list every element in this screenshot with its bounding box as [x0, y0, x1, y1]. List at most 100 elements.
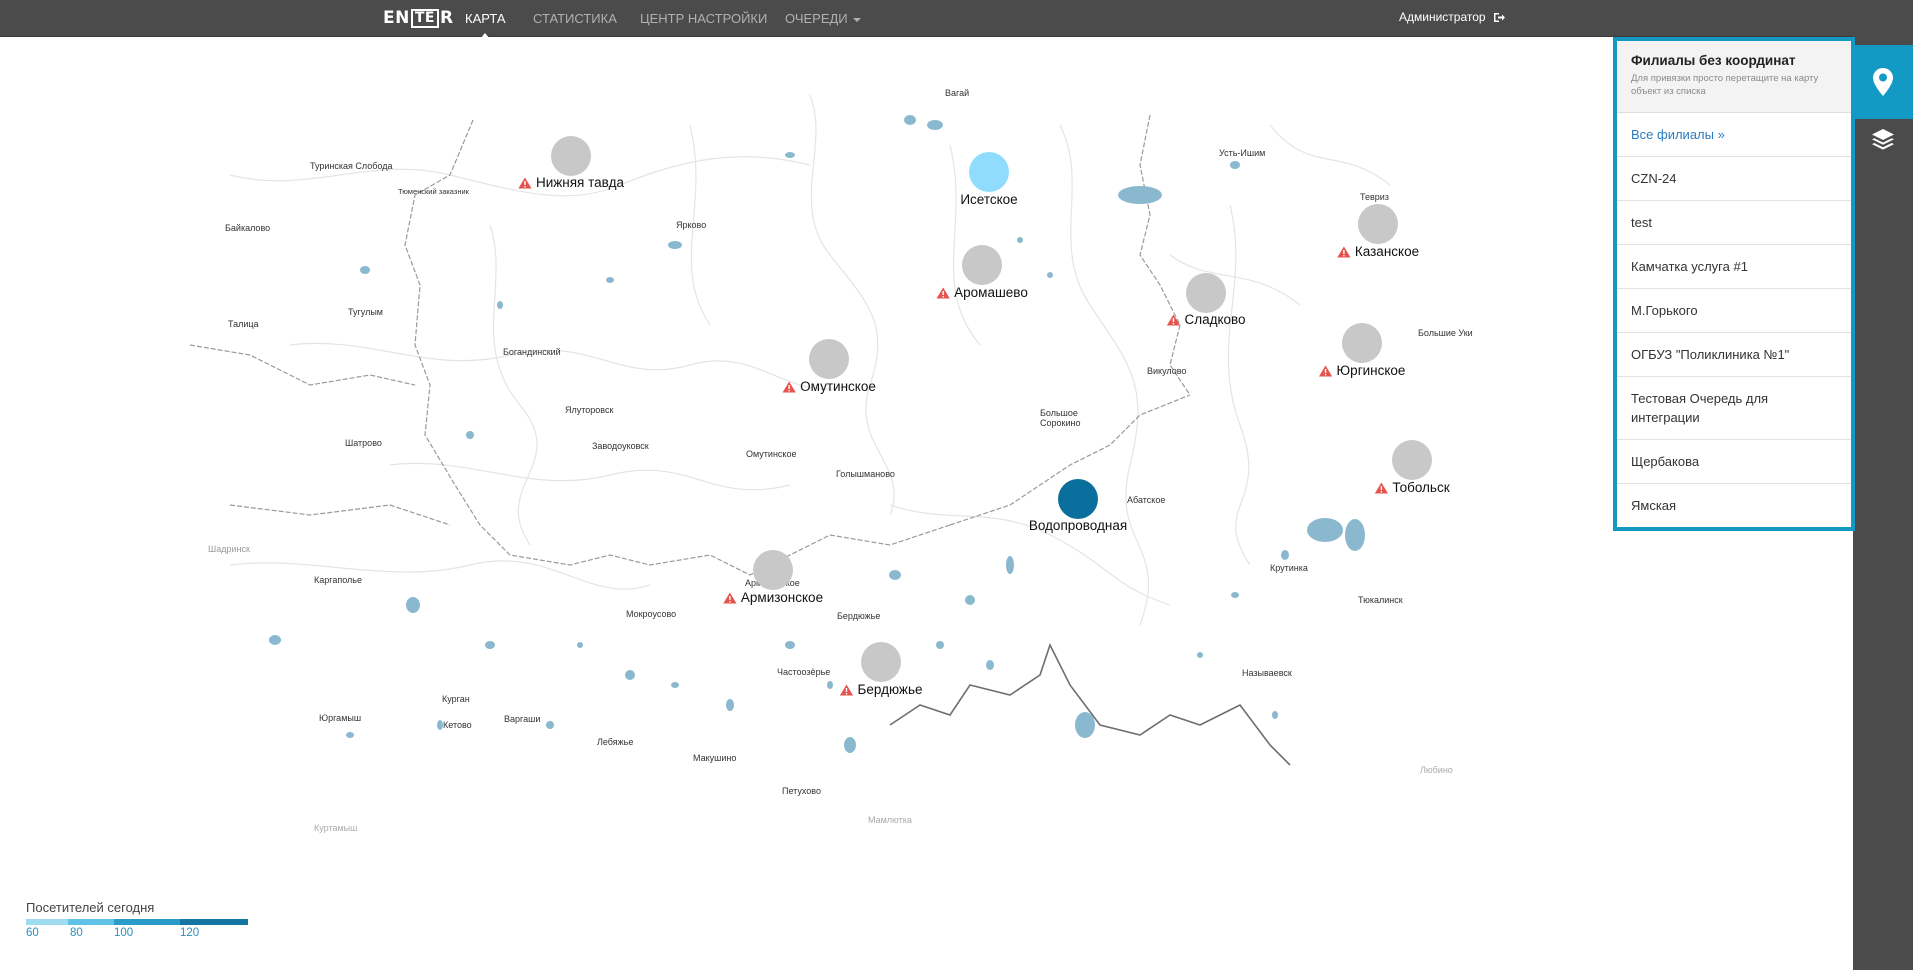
branch-list-item[interactable]: test — [1617, 201, 1851, 245]
enter-logo[interactable]: EN TE R — [383, 8, 454, 28]
place-label: Викулово — [1147, 366, 1187, 376]
place-label: Мамлютка — [868, 815, 912, 825]
place-label: Тюменский заказник — [398, 187, 469, 196]
warning-icon — [518, 177, 532, 188]
branch-label[interactable]: Водопроводная — [1029, 518, 1127, 533]
nav-tab-statistics[interactable]: СТАТИСТИКА — [533, 11, 617, 26]
branch-name: Сладково — [1184, 312, 1246, 327]
legend-tick: 120 — [180, 927, 200, 939]
place-label: Куртамыш — [314, 823, 358, 833]
warning-icon — [839, 684, 854, 695]
warning-icon — [1166, 314, 1181, 325]
panel-title: Филиалы без координат — [1631, 53, 1796, 68]
chevron-down-icon — [852, 17, 861, 22]
panel-subtitle: Для привязки просто перетащите на карту … — [1631, 73, 1819, 97]
logout-icon[interactable] — [1493, 12, 1505, 23]
nav-tab-settings-center[interactable]: ЦЕНТР НАСТРОЙКИ — [640, 11, 767, 26]
branch-label[interactable]: Сладково — [1166, 312, 1246, 327]
warning-icon — [1374, 482, 1388, 493]
branch-label[interactable]: Нижняя тавда — [518, 175, 624, 190]
place-label: Ярково — [676, 220, 707, 230]
warning-icon — [723, 592, 737, 603]
branch-name: Омутинское — [800, 379, 876, 394]
branches-without-coords-panel: Филиалы без координат Для привязки прост… — [1613, 37, 1855, 531]
logo-text-right: R — [439, 8, 454, 28]
nav-tab-map[interactable]: КАРТА — [465, 11, 506, 39]
branch-label[interactable]: Армизонское — [723, 590, 823, 605]
legend-ticks: 60 80 100 120 — [26, 925, 248, 941]
place-label: Любино — [1420, 765, 1453, 775]
logo-text-box: TE — [410, 8, 439, 28]
place-label: Тевриз — [1360, 192, 1389, 202]
branch-marker[interactable] — [1342, 323, 1382, 363]
top-navigation-bar: EN TE R КАРТА СТАТИСТИКА ЦЕНТР НАСТРОЙКИ… — [0, 0, 1853, 39]
branch-list-item[interactable]: Тестовая Очередь для интеграции — [1617, 377, 1851, 440]
branch-label[interactable]: Тобольск — [1374, 480, 1450, 495]
all-branches-link[interactable]: Все филиалы » — [1617, 113, 1851, 157]
branch-label[interactable]: Бердюжье — [839, 682, 923, 697]
visitors-legend: Посетителей сегодня 60 80 100 120 — [26, 900, 248, 941]
branch-marker[interactable] — [1186, 273, 1226, 313]
branch-name: Армизонское — [740, 590, 824, 605]
place-label: Мокроусово — [626, 609, 677, 619]
logo-text-left: EN — [383, 8, 410, 28]
branch-label[interactable]: Аромашево — [936, 285, 1028, 300]
branch-marker[interactable] — [861, 642, 901, 682]
place-label: Тюкалинск — [1358, 595, 1403, 605]
branch-list-item[interactable]: М.Горького — [1617, 289, 1851, 333]
branch-name: Исетское — [960, 192, 1018, 207]
warning-icon — [1318, 365, 1333, 376]
branch-list-item[interactable]: CZN-24 — [1617, 157, 1851, 201]
user-name: Администратор — [1399, 10, 1486, 24]
branch-marker[interactable] — [1058, 479, 1098, 519]
branch-label[interactable]: Исетское — [960, 192, 1017, 207]
place-label: Называевск — [1242, 668, 1292, 678]
place-label: Ялуторовск — [565, 405, 614, 415]
layers-button[interactable] — [1853, 102, 1913, 176]
branch-marker[interactable] — [1392, 440, 1432, 480]
place-label: Шатрово — [345, 438, 382, 448]
place-label: Абатское — [1127, 495, 1166, 505]
place-label: Варгаши — [504, 714, 541, 724]
user-menu[interactable]: Администратор — [1399, 10, 1505, 24]
branch-name: Аромашево — [954, 285, 1028, 300]
place-label: Омутинское — [746, 449, 797, 459]
warning-icon — [782, 381, 796, 392]
branch-list-item[interactable]: Камчатка услуга #1 — [1617, 245, 1851, 289]
panel-header: Филиалы без координат Для привязки прост… — [1617, 41, 1851, 113]
branch-list-item[interactable]: Ямская — [1617, 484, 1851, 527]
place-label: Большие Уки — [1418, 328, 1473, 338]
place-label: Бердюжье — [837, 611, 881, 621]
map-canvas[interactable]: Вагай Туринская Слобода Тюменский заказн… — [190, 85, 1473, 833]
legend-title: Посетителей сегодня — [26, 900, 155, 915]
place-label: Курган — [442, 694, 470, 704]
branch-marker[interactable] — [551, 136, 591, 176]
warning-icon — [1337, 246, 1351, 257]
branch-marker[interactable] — [809, 339, 849, 379]
place-label: Талица — [228, 319, 259, 329]
branch-marker[interactable] — [753, 550, 793, 590]
place-label: Частоозёрье — [777, 667, 831, 677]
nav-tab-queues[interactable]: ОЧЕРЕДИ — [785, 11, 861, 26]
warning-icon — [936, 287, 950, 298]
place-label: Крутинка — [1270, 563, 1308, 573]
branch-label[interactable]: Юргинское — [1318, 363, 1405, 378]
legend-tick: 100 — [114, 927, 134, 939]
branch-label[interactable]: Казанское — [1337, 244, 1419, 259]
right-toolbar — [1853, 0, 1913, 970]
map-pin-icon — [1873, 68, 1893, 96]
branch-label[interactable]: Омутинское — [782, 379, 876, 394]
place-label: Туринская Слобода — [310, 161, 393, 171]
place-label: Юргамыш — [319, 713, 362, 723]
place-label: Большое Сорокино — [1040, 408, 1081, 428]
place-label: Заводоуковск — [592, 441, 649, 451]
branch-name: Водопроводная — [1028, 518, 1128, 533]
branch-list-item[interactable]: ОГБУЗ "Поликлиника №1" — [1617, 333, 1851, 377]
branch-marker[interactable] — [969, 152, 1009, 192]
legend-tick: 80 — [70, 927, 83, 939]
branch-marker[interactable] — [962, 245, 1002, 285]
place-label: Богандинский — [503, 347, 561, 357]
branch-list-item[interactable]: Щербакова — [1617, 440, 1851, 484]
branch-marker[interactable] — [1358, 204, 1398, 244]
place-label: Голышманово — [836, 469, 895, 479]
